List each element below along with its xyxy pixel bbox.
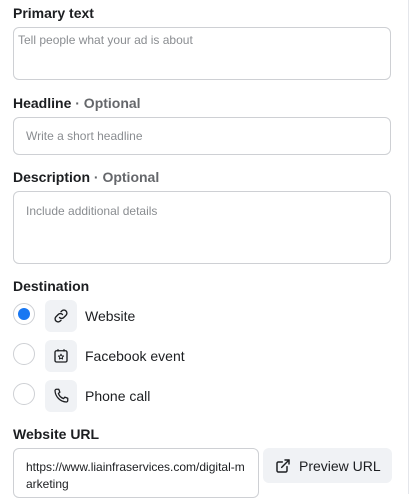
website-option-label: Website (85, 308, 136, 324)
primary-text-placeholder: Tell people what your ad is about (18, 33, 193, 47)
headline-optional: · Optional (71, 95, 141, 111)
preview-url-label: Preview URL (299, 457, 381, 474)
external-link-icon (275, 458, 291, 474)
ad-creative-form: Primary text Tell people what your ad is… (0, 0, 410, 498)
destination-option-phone-call[interactable]: Phone call (13, 380, 313, 412)
headline-input[interactable]: Write a short headline (13, 117, 391, 155)
phone-call-radio[interactable] (13, 383, 35, 405)
destination-option-facebook-event[interactable]: Facebook event (13, 340, 313, 372)
description-optional: · Optional (90, 169, 160, 185)
description-placeholder: Include additional details (26, 204, 158, 218)
headline-placeholder: Write a short headline (26, 129, 143, 143)
primary-text-input[interactable]: Tell people what your ad is about (13, 27, 391, 80)
description-input[interactable]: Include additional details (13, 191, 391, 264)
primary-text-label: Primary text (13, 5, 94, 21)
preview-url-button[interactable]: Preview URL (263, 448, 392, 483)
facebook-event-radio[interactable] (13, 343, 35, 365)
website-radio[interactable] (13, 303, 35, 325)
panel-divider (408, 0, 409, 494)
calendar-star-icon (45, 340, 77, 372)
link-icon (45, 300, 77, 332)
facebook-event-option-label: Facebook event (85, 348, 185, 364)
website-url-label: Website URL (13, 426, 100, 442)
phone-call-option-label: Phone call (85, 388, 151, 404)
description-label: Description · Optional (13, 169, 160, 185)
destination-option-website[interactable]: Website (13, 300, 313, 332)
website-url-input[interactable]: https://www.liainfraservices.com/digital… (13, 448, 259, 498)
headline-label: Headline · Optional (13, 95, 141, 111)
phone-icon (45, 380, 77, 412)
destination-label: Destination (13, 278, 90, 294)
website-url-value: https://www.liainfraservices.com/digital… (26, 460, 245, 491)
